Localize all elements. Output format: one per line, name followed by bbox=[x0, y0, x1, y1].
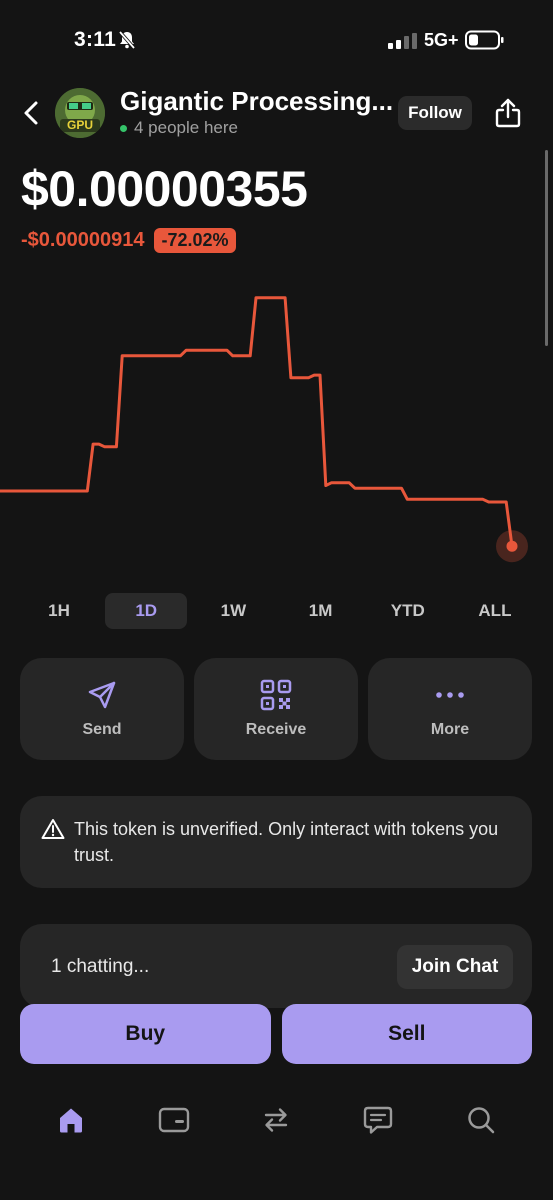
avatar-text: GPU bbox=[67, 118, 93, 132]
chat-bubble-icon bbox=[363, 1106, 393, 1134]
range-all[interactable]: ALL bbox=[454, 593, 536, 629]
unverified-warning: This token is unverified. Only interact … bbox=[20, 796, 532, 888]
range-ytd[interactable]: YTD bbox=[367, 593, 449, 629]
price-change-percent-badge: -72.02% bbox=[154, 228, 236, 253]
trade-buttons: Buy Sell bbox=[20, 1004, 532, 1064]
token-avatar: GPU bbox=[55, 88, 105, 138]
send-button[interactable]: Send bbox=[20, 658, 184, 760]
time-range-selector: 1H 1D 1W 1M YTD ALL bbox=[18, 593, 536, 629]
home-icon bbox=[60, 1108, 82, 1133]
tab-home[interactable] bbox=[51, 1100, 91, 1140]
cellular-signal-icon bbox=[388, 33, 418, 49]
price-change-absolute: -$0.00000914 bbox=[21, 229, 145, 251]
receive-label: Receive bbox=[245, 721, 307, 738]
tab-search[interactable] bbox=[461, 1100, 501, 1140]
tab-messages[interactable] bbox=[358, 1100, 398, 1140]
back-button[interactable] bbox=[16, 96, 46, 130]
more-label: More bbox=[430, 721, 470, 738]
network-type: 5G+ bbox=[424, 30, 459, 50]
presence-indicator: 4 people here bbox=[120, 118, 238, 138]
chatting-count: 1 chatting... bbox=[51, 956, 150, 977]
send-icon bbox=[87, 679, 117, 711]
price-line bbox=[0, 296, 514, 548]
search-icon bbox=[468, 1107, 495, 1134]
more-dots-icon bbox=[435, 679, 465, 711]
qr-code-icon bbox=[260, 679, 292, 711]
status-bar: 3:11 5G+ bbox=[0, 0, 553, 80]
battery-icon bbox=[465, 30, 505, 55]
current-point-marker bbox=[506, 540, 518, 552]
receive-button[interactable]: Receive bbox=[194, 658, 358, 760]
action-buttons: Send Receive More bbox=[20, 658, 532, 760]
follow-button[interactable]: Follow bbox=[398, 96, 472, 130]
presence-dot bbox=[120, 124, 127, 132]
warning-triangle-icon bbox=[41, 818, 65, 845]
token-header: GPU Gigantic Processing... 4 people here… bbox=[0, 80, 553, 146]
chevron-left-icon bbox=[24, 101, 38, 125]
price-change: -$0.00000914 -72.02% bbox=[21, 228, 236, 253]
presence-text: 4 people here bbox=[134, 118, 238, 137]
bell-off-icon bbox=[117, 30, 137, 55]
token-name: Gigantic Processing... bbox=[120, 86, 394, 116]
wallet-card-icon bbox=[158, 1107, 190, 1133]
more-button[interactable]: More bbox=[368, 658, 532, 760]
send-label: Send bbox=[82, 721, 122, 738]
status-time: 3:11 bbox=[74, 28, 117, 51]
price-chart[interactable] bbox=[0, 270, 553, 580]
tab-swap[interactable] bbox=[256, 1100, 296, 1140]
swap-arrows-icon bbox=[264, 1108, 288, 1132]
share-icon bbox=[495, 98, 521, 128]
range-1m[interactable]: 1M bbox=[280, 593, 362, 629]
share-button[interactable] bbox=[490, 94, 526, 132]
range-1h[interactable]: 1H bbox=[18, 593, 100, 629]
chat-card: 1 chatting... Join Chat bbox=[20, 924, 532, 1008]
token-price: $0.00000355 bbox=[21, 161, 308, 217]
warning-text: This token is unverified. Only interact … bbox=[74, 819, 499, 865]
range-1d[interactable]: 1D bbox=[105, 593, 188, 629]
sell-button[interactable]: Sell bbox=[281, 1004, 532, 1064]
join-chat-button[interactable]: Join Chat bbox=[397, 945, 513, 989]
buy-button[interactable]: Buy bbox=[20, 1004, 271, 1064]
range-1w[interactable]: 1W bbox=[192, 593, 274, 629]
bottom-tab-bar bbox=[0, 1090, 553, 1150]
tab-wallet[interactable] bbox=[154, 1100, 194, 1140]
